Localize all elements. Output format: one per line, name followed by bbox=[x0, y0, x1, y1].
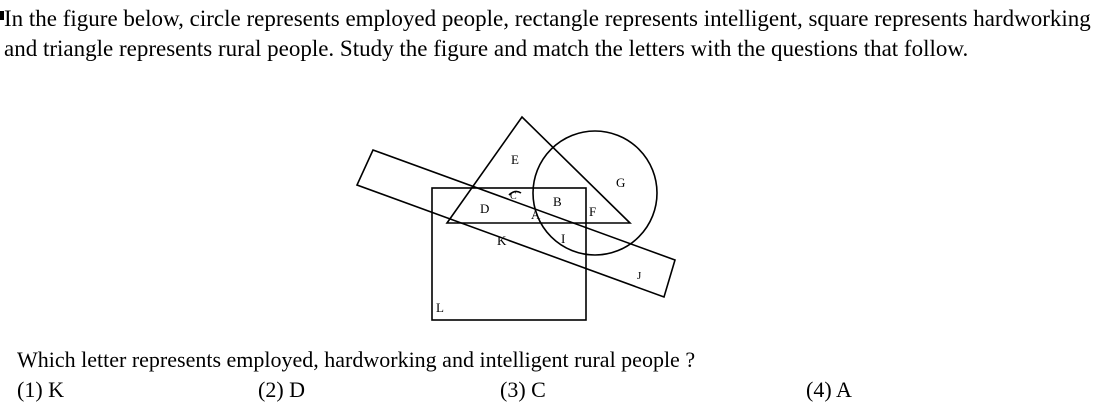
option-4[interactable]: (4) A bbox=[806, 376, 852, 404]
question-text: Which letter represents employed, hardwo… bbox=[17, 347, 696, 372]
label-b: B bbox=[553, 194, 562, 209]
square-hardworking bbox=[431, 187, 587, 321]
label-d: D bbox=[480, 201, 489, 216]
label-g: G bbox=[616, 175, 625, 190]
label-i: I bbox=[561, 231, 565, 246]
label-a: A bbox=[531, 207, 541, 222]
option-2[interactable]: (2) D bbox=[258, 376, 305, 404]
label-k: K bbox=[497, 233, 507, 248]
circle-employed bbox=[532, 130, 658, 256]
label-l: L bbox=[436, 300, 444, 315]
label-c: C bbox=[510, 191, 517, 202]
label-j: J bbox=[637, 270, 642, 282]
label-f: F bbox=[589, 204, 596, 219]
label-e: E bbox=[511, 152, 519, 167]
option-3[interactable]: (3) C bbox=[500, 376, 546, 404]
option-1[interactable]: (1) K bbox=[17, 376, 64, 404]
